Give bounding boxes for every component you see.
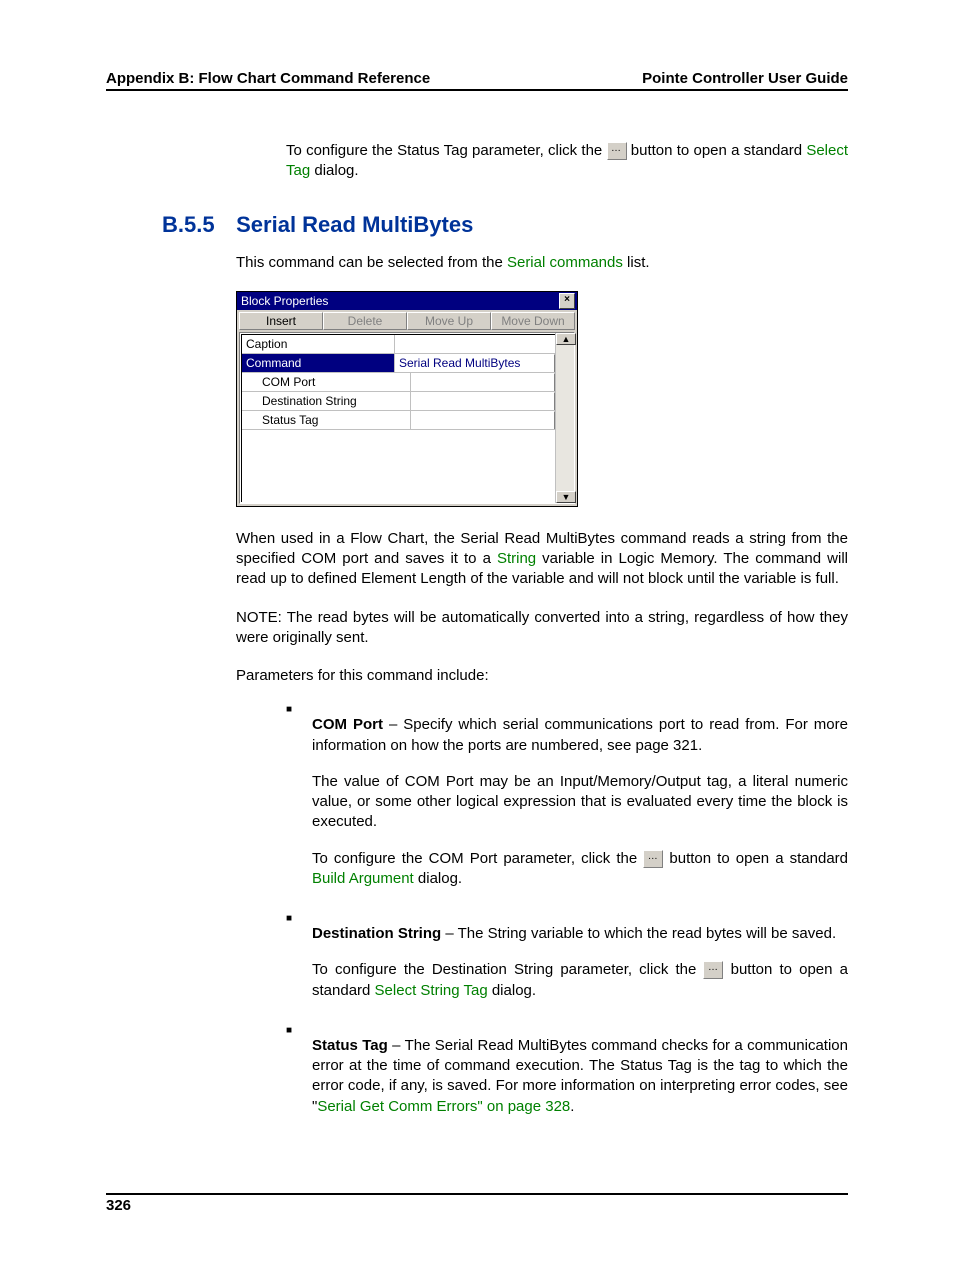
scroll-down-icon[interactable]: ▼ — [556, 491, 576, 503]
row-comport[interactable]: COM Port … — [242, 373, 573, 392]
header-right: Pointe Controller User Guide — [642, 70, 848, 87]
body-paragraph-1: When used in a Flow Chart, the Serial Re… — [236, 529, 848, 590]
close-icon[interactable]: × — [559, 293, 575, 309]
row-status[interactable]: Status Tag … — [242, 411, 573, 430]
dialog-toolbar: Insert Delete Move Up Move Down — [237, 310, 577, 332]
bullet-icon: ■ — [286, 700, 312, 905]
lead-paragraph: This command can be selected from the Se… — [236, 253, 848, 273]
property-grid: Caption Command Serial Read MultiBytes …… — [239, 332, 575, 504]
section-title: Serial Read MultiBytes — [236, 212, 473, 237]
page-number: 326 — [106, 1197, 131, 1214]
note-paragraph: NOTE: The read bytes will be automatical… — [236, 608, 848, 649]
bullet-icon: ■ — [286, 1021, 312, 1133]
header-left: Appendix B: Flow Chart Command Reference — [106, 70, 430, 87]
section-heading: B.5.5 Serial Read MultiBytes — [162, 212, 848, 238]
intro-paragraph: To configure the Status Tag parameter, c… — [286, 141, 848, 182]
string-link[interactable]: String — [497, 550, 536, 567]
dialog-title: Block Properties — [241, 294, 328, 308]
serial-commands-link[interactable]: Serial commands — [507, 254, 623, 271]
row-command[interactable]: Command Serial Read MultiBytes … — [242, 354, 573, 373]
section-number: B.5.5 — [162, 212, 230, 238]
build-argument-link[interactable]: Build Argument — [312, 870, 414, 887]
ellipsis-icon: … — [703, 961, 723, 979]
block-properties-dialog: Block Properties × Insert Delete Move Up… — [236, 291, 578, 507]
param-status: ■ Status Tag – The Serial Read MultiByte… — [286, 1021, 848, 1133]
dialog-titlebar: Block Properties × — [237, 292, 577, 310]
page-footer: 326 — [106, 1193, 848, 1214]
serial-get-comm-errors-link[interactable]: Serial Get Comm Errors" on page 328 — [317, 1098, 570, 1115]
ellipsis-icon: … — [607, 142, 627, 160]
row-caption[interactable]: Caption — [242, 335, 573, 354]
page-header: Appendix B: Flow Chart Command Reference… — [106, 70, 848, 91]
scrollbar[interactable]: ▲ ▼ — [555, 333, 574, 503]
move-down-button[interactable]: Move Down — [491, 312, 575, 330]
select-string-tag-link[interactable]: Select String Tag — [375, 982, 488, 999]
ellipsis-icon: … — [643, 850, 663, 868]
row-destination[interactable]: Destination String … — [242, 392, 573, 411]
params-lead: Parameters for this command include: — [236, 666, 848, 686]
bullet-icon: ■ — [286, 909, 312, 1017]
param-comport: ■ COM Port – Specify which serial commun… — [286, 700, 848, 905]
delete-button[interactable]: Delete — [323, 312, 407, 330]
move-up-button[interactable]: Move Up — [407, 312, 491, 330]
insert-button[interactable]: Insert — [239, 312, 323, 330]
param-destination: ■ Destination String – The String variab… — [286, 909, 848, 1017]
scroll-up-icon[interactable]: ▲ — [556, 333, 576, 345]
